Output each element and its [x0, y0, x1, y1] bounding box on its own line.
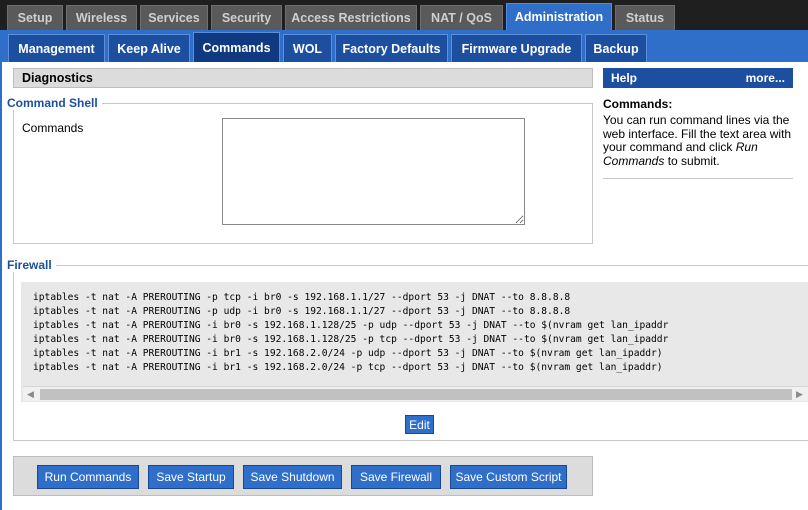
save-firewall-button[interactable]: Save Firewall	[351, 465, 441, 489]
subtab-factory-defaults[interactable]: Factory Defaults	[335, 34, 448, 62]
tab-status[interactable]: Status	[615, 5, 675, 30]
sub-nav-bar: Management Keep Alive Commands WOL Facto…	[0, 30, 808, 62]
firewall-legend: Firewall	[7, 258, 56, 272]
tab-security[interactable]: Security	[211, 5, 282, 30]
scrollbar-thumb[interactable]	[40, 389, 792, 400]
tab-wireless[interactable]: Wireless	[66, 5, 137, 30]
help-heading: Commands:	[603, 97, 673, 111]
command-shell-legend: Command Shell	[7, 96, 102, 110]
save-startup-button[interactable]: Save Startup	[148, 465, 234, 489]
help-more-link[interactable]: more...	[746, 71, 785, 85]
help-divider	[603, 178, 793, 179]
firewall-line: iptables -t nat -A PREROUTING -i br0 -s …	[33, 320, 669, 331]
top-nav-bar: Setup Wireless Services Security Access …	[0, 0, 808, 30]
tab-administration[interactable]: Administration	[506, 3, 612, 30]
commands-textarea[interactable]	[222, 118, 525, 225]
section-title: Diagnostics	[22, 71, 93, 85]
subtab-wol[interactable]: WOL	[283, 34, 332, 62]
save-custom-script-button[interactable]: Save Custom Script	[450, 465, 567, 489]
help-header: Help more...	[603, 68, 793, 88]
subtab-management[interactable]: Management	[8, 34, 105, 62]
firewall-script-box: iptables -t nat -A PREROUTING -p tcp -i …	[21, 282, 808, 402]
help-text-part: You can run command lines via the web in…	[603, 113, 792, 154]
subtab-firmware-upgrade[interactable]: Firmware Upgrade	[451, 34, 582, 62]
subtab-commands[interactable]: Commands	[193, 32, 280, 62]
tab-access-restrictions[interactable]: Access Restrictions	[285, 5, 417, 30]
help-text-part: to submit.	[664, 153, 720, 168]
horizontal-scrollbar[interactable]: ◀ ▶	[23, 386, 808, 401]
firewall-line: iptables -t nat -A PREROUTING -i br1 -s …	[33, 348, 663, 359]
tab-services[interactable]: Services	[140, 5, 208, 30]
section-header-diagnostics: Diagnostics	[13, 68, 593, 88]
scroll-right-icon[interactable]: ▶	[796, 389, 803, 400]
firewall-line: iptables -t nat -A PREROUTING -p udp -i …	[33, 306, 571, 317]
run-commands-button[interactable]: Run Commands	[37, 465, 139, 489]
help-text: You can run command lines via the web in…	[603, 113, 793, 168]
subtab-backup[interactable]: Backup	[585, 34, 647, 62]
tab-setup[interactable]: Setup	[7, 5, 63, 30]
commands-label: Commands	[22, 121, 84, 135]
edit-button[interactable]: Edit	[405, 415, 434, 434]
firewall-line: iptables -t nat -A PREROUTING -p tcp -i …	[33, 292, 571, 303]
help-title: Help	[611, 71, 638, 85]
tab-nat-qos[interactable]: NAT / QoS	[420, 5, 503, 30]
firewall-line: iptables -t nat -A PREROUTING -i br0 -s …	[33, 334, 669, 345]
subtab-keep-alive[interactable]: Keep Alive	[108, 34, 190, 62]
save-shutdown-button[interactable]: Save Shutdown	[243, 465, 342, 489]
firewall-line: iptables -t nat -A PREROUTING -i br1 -s …	[33, 362, 663, 373]
scroll-left-icon[interactable]: ◀	[27, 389, 34, 400]
